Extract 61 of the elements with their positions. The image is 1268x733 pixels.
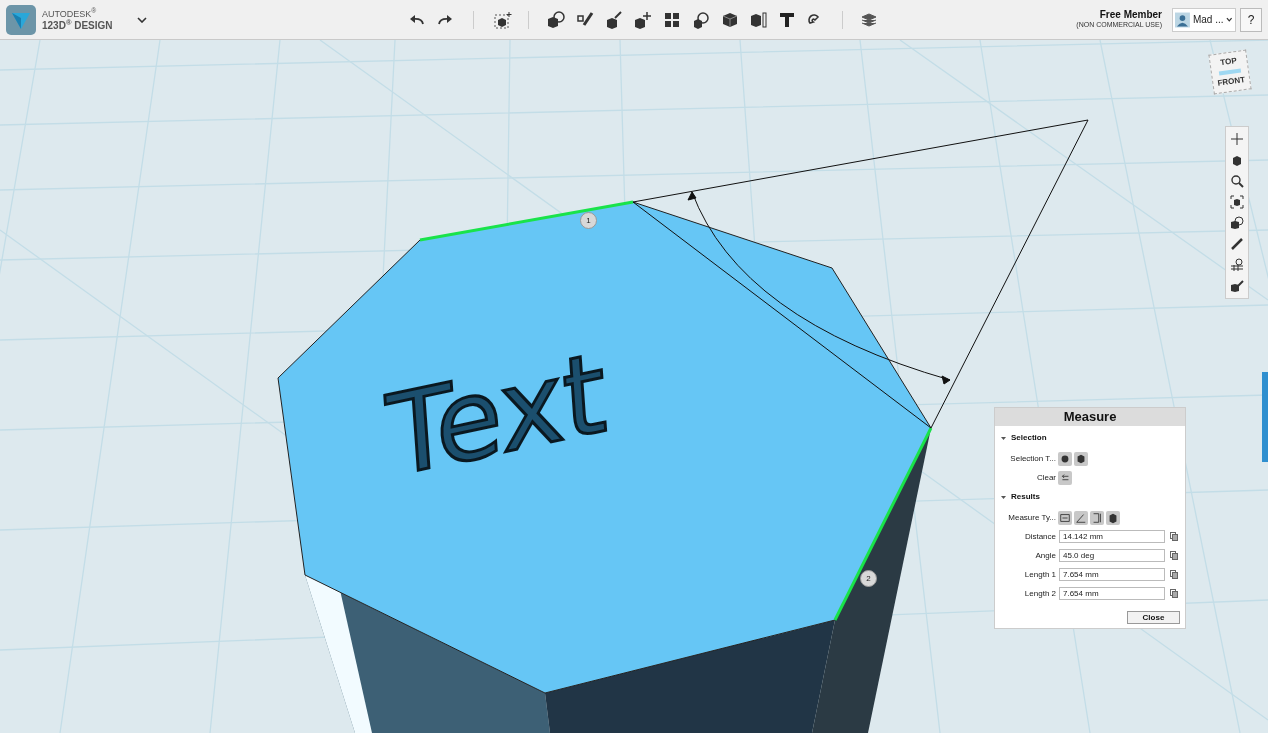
cube-sphere-icon[interactable] <box>1230 216 1244 230</box>
cube-brush-icon[interactable] <box>604 10 623 29</box>
user-avatar-icon <box>1175 11 1190 28</box>
eye-grid-icon[interactable] <box>1230 258 1244 272</box>
length-tool-button[interactable] <box>1090 510 1104 525</box>
expand-arrow-icon[interactable] <box>1001 435 1006 441</box>
value-field[interactable]: 7.654 mm <box>1059 568 1165 581</box>
distance-tool-button[interactable] <box>1058 510 1072 525</box>
cubes-grid-icon[interactable] <box>662 10 681 29</box>
body-icon <box>1075 452 1087 465</box>
section-title[interactable]: Results <box>1011 491 1040 503</box>
value-field[interactable]: 45.0 deg <box>1059 549 1165 562</box>
clear-tool-button[interactable] <box>1058 470 1072 485</box>
account-title: Free Member <box>1099 9 1162 20</box>
field-label: Measure Ty... <box>1007 511 1056 524</box>
app-logo-icon <box>6 4 36 35</box>
value-field[interactable]: 7.654 mm <box>1059 587 1165 600</box>
embossed-text: Text <box>383 326 611 503</box>
combine-shapes-icon[interactable] <box>691 10 710 29</box>
layers-icon[interactable] <box>860 11 877 28</box>
pan-icon[interactable] <box>1230 132 1244 146</box>
cube-ruler-icon[interactable] <box>749 10 768 29</box>
panel-title: Measure <box>995 408 1185 426</box>
chevron-down-icon[interactable] <box>136 16 147 23</box>
field-label: Selection T... <box>1009 452 1056 465</box>
volume-tool-button[interactable] <box>1106 510 1120 525</box>
field-label: Length 2 <box>1023 587 1056 600</box>
field-label: Clear <box>1035 471 1056 484</box>
help-button[interactable]: ? <box>1240 7 1262 32</box>
3d-viewport[interactable]: Text 1 2 TOP FRONT Measure Selection Selection T... Clear Results Measure Ty... Distance 14.142 mm Angle 45.0 deg Length 1 7.654 mm Length 2 7.654 mm Close <box>0 40 1268 733</box>
cube-pen-icon[interactable] <box>1230 279 1244 293</box>
expand-arrow-icon[interactable] <box>1001 494 1006 500</box>
brand-name: AUTODESK$^{®}$ <box>42 8 98 19</box>
field-label: Distance <box>1023 530 1056 543</box>
copy-icon[interactable] <box>1170 551 1178 560</box>
field-label: Length 1 <box>1023 568 1056 581</box>
view-cube[interactable]: TOP FRONT <box>1208 49 1252 95</box>
distance-icon <box>1059 511 1071 524</box>
product-name: 123D$^{®}$ DESIGN <box>42 19 113 31</box>
text-tool-icon[interactable] <box>778 11 795 28</box>
field-label: Angle <box>1034 549 1056 562</box>
user-menu[interactable]: Mad ... <box>1172 7 1236 32</box>
zoom-icon[interactable] <box>1230 174 1244 188</box>
cube-move-icon[interactable] <box>633 10 652 29</box>
value-field[interactable]: 14.142 mm <box>1059 530 1165 543</box>
solid-cube-icon[interactable] <box>720 10 739 29</box>
copy-icon[interactable] <box>1170 589 1178 598</box>
undo-icon[interactable] <box>408 13 425 26</box>
section-title[interactable]: Selection <box>1011 432 1047 444</box>
close-button[interactable]: Close <box>1127 611 1180 624</box>
redo-icon[interactable] <box>436 13 453 26</box>
copy-icon[interactable] <box>1170 532 1178 541</box>
cube-sphere-icon[interactable] <box>546 10 565 29</box>
fit-view-icon[interactable] <box>1230 195 1244 209</box>
angle-tool-button[interactable] <box>1074 510 1088 525</box>
primitive-box-icon[interactable] <box>493 10 512 29</box>
chevron-down-icon <box>1226 17 1233 22</box>
volume-icon <box>1107 511 1119 524</box>
body-tool-button[interactable] <box>1074 451 1088 466</box>
length-icon <box>1091 511 1103 524</box>
copy-icon[interactable] <box>1170 570 1178 579</box>
